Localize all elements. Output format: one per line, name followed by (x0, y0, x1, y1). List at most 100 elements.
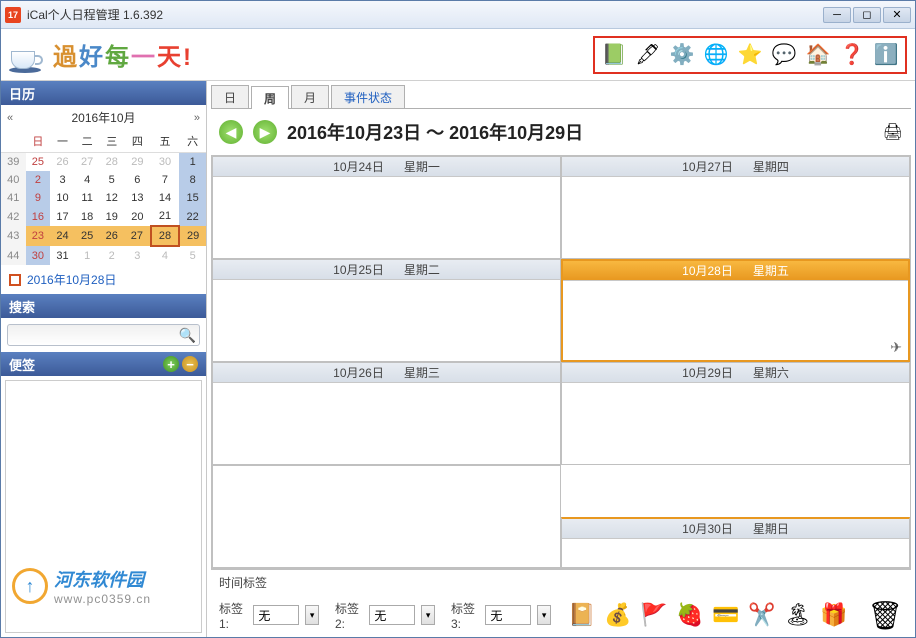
close-button[interactable]: ✕ (883, 7, 911, 23)
calendar-day[interactable]: 18 (75, 207, 100, 226)
next-week-button[interactable]: ▶ (253, 120, 277, 144)
calendar-day[interactable]: 9 (26, 189, 51, 207)
calendar-day[interactable]: 2 (99, 246, 124, 265)
calendar-day[interactable]: 1 (75, 246, 100, 265)
calendar-day[interactable]: 27 (124, 226, 151, 246)
calendar-day[interactable]: 5 (179, 246, 206, 265)
prev-week-button[interactable]: ◀ (219, 120, 243, 144)
calendar-day[interactable]: 26 (50, 153, 75, 172)
calendar-day[interactable]: 4 (151, 246, 180, 265)
calendar-day[interactable]: 4 (75, 171, 100, 189)
palm-icon[interactable]: 🏝 (783, 600, 813, 630)
star-icon[interactable]: ⭐ (737, 42, 763, 68)
money-icon[interactable]: 💰 (603, 600, 633, 630)
day-cell[interactable]: 10月24日星期一 (212, 156, 561, 259)
trash-icon[interactable]: 🗑 (867, 597, 903, 633)
chat-icon[interactable]: 💬 (771, 42, 797, 68)
tag-dropdown[interactable]: ▾ (421, 605, 435, 625)
tab-周[interactable]: 周 (251, 86, 289, 109)
calendar-day[interactable]: 30 (26, 246, 51, 265)
maximize-button[interactable]: ◻ (853, 7, 881, 23)
calendar-day[interactable]: 13 (124, 189, 151, 207)
calendar-day[interactable]: 20 (124, 207, 151, 226)
week-header: ◀ ▶ 2016年10月23日 〜 2016年10月29日 🖨 (211, 109, 911, 155)
calendar-day[interactable]: 27 (75, 153, 100, 172)
help-icon[interactable]: ❓ (839, 42, 865, 68)
today-box-icon (9, 274, 21, 286)
tag-input[interactable] (369, 605, 415, 625)
day-cell[interactable]: 10月25日星期二 (212, 259, 561, 362)
tag-label: 标签1: (219, 600, 247, 631)
day-cell[interactable] (212, 465, 561, 568)
dow-header: 二 (75, 130, 100, 153)
calendar-day[interactable]: 22 (179, 207, 206, 226)
flag-icon[interactable]: 🚩 (639, 600, 669, 630)
print-icon[interactable]: 🖨 (883, 122, 903, 142)
week-title: 2016年10月23日 〜 2016年10月29日 (287, 119, 583, 145)
memo-del-button[interactable]: − (182, 356, 198, 372)
strawberry-icon[interactable]: 🍓 (675, 600, 705, 630)
tag-input[interactable] (485, 605, 531, 625)
today-link[interactable]: 2016年10月28日 (1, 265, 206, 294)
next-month-button[interactable]: » (194, 112, 200, 124)
month-label: 2016年10月 (71, 109, 135, 126)
bottom-bar: 时间标签 标签1:▾标签2:▾标签3:▾ 📔💰🚩🍓💳✂️🏝🎁🗑 (211, 569, 911, 633)
calendar-day[interactable]: 14 (151, 189, 180, 207)
calendar-day[interactable]: 26 (99, 226, 124, 246)
calendar-day[interactable]: 8 (179, 171, 206, 189)
calendar-day[interactable]: 25 (75, 226, 100, 246)
memo-add-button[interactable]: + (163, 356, 179, 372)
day-cell[interactable]: 10月28日星期五✈ (561, 259, 910, 362)
calendar-day[interactable]: 28 (99, 153, 124, 172)
calendar-day[interactable]: 2 (26, 171, 51, 189)
calendar-day[interactable]: 6 (124, 171, 151, 189)
day-cell[interactable]: 10月26日星期三 (212, 362, 561, 465)
calendar-day[interactable]: 23 (26, 226, 51, 246)
calendar-day[interactable]: 29 (179, 226, 206, 246)
calendar-day[interactable]: 16 (26, 207, 51, 226)
tag-input[interactable] (253, 605, 299, 625)
search-input[interactable] (7, 324, 200, 346)
calendar-day[interactable]: 12 (99, 189, 124, 207)
prev-month-button[interactable]: « (7, 112, 13, 124)
calendar-day[interactable]: 10 (50, 189, 75, 207)
calendar-day[interactable]: 21 (151, 207, 180, 226)
calendar-day[interactable]: 3 (124, 246, 151, 265)
calendar-day[interactable]: 24 (50, 226, 75, 246)
calendar-day[interactable]: 17 (50, 207, 75, 226)
card-icon[interactable]: 💳 (711, 600, 741, 630)
tab-日[interactable]: 日 (211, 85, 249, 108)
calendar-day[interactable]: 7 (151, 171, 180, 189)
day-cell[interactable]: 10月27日星期四 (561, 156, 910, 259)
calendar-day[interactable]: 5 (99, 171, 124, 189)
calendar-day[interactable]: 15 (179, 189, 206, 207)
calendar-day[interactable]: 25 (26, 153, 51, 172)
tag-dropdown[interactable]: ▾ (537, 605, 551, 625)
calendar-day[interactable]: 19 (99, 207, 124, 226)
minimize-button[interactable]: ─ (823, 7, 851, 23)
tab-月[interactable]: 月 (291, 85, 329, 108)
info-icon[interactable]: ℹ️ (873, 42, 899, 68)
calendar-day[interactable]: 3 (50, 171, 75, 189)
home-icon[interactable]: 🏠 (805, 42, 831, 68)
memo-body[interactable] (5, 380, 202, 633)
scissors-icon[interactable]: ✂️ (747, 600, 777, 630)
week-number: 44 (1, 246, 26, 265)
calendar-day[interactable]: 29 (124, 153, 151, 172)
calendar-day[interactable]: 28 (151, 226, 180, 246)
search-icon[interactable]: 🔍 (179, 327, 196, 344)
day-cell[interactable]: 10月30日星期日 (561, 517, 910, 569)
gear-icon[interactable]: ⚙️ (669, 42, 695, 68)
book-icon[interactable]: 📔 (567, 600, 597, 630)
calendar-day[interactable]: 1 (179, 153, 206, 172)
tab-事件状态[interactable]: 事件状态 (331, 85, 405, 108)
calendar-day[interactable]: 30 (151, 153, 180, 172)
gift-icon[interactable]: 🎁 (819, 600, 849, 630)
globe-icon[interactable]: 🌐 (703, 42, 729, 68)
day-cell[interactable]: 10月29日星期六 (561, 362, 910, 465)
calendar-day[interactable]: 11 (75, 189, 100, 207)
notebook-icon[interactable]: 📗 (601, 42, 627, 68)
ink-icon[interactable]: 🖋 (635, 42, 661, 68)
tag-dropdown[interactable]: ▾ (305, 605, 319, 625)
calendar-day[interactable]: 31 (50, 246, 75, 265)
